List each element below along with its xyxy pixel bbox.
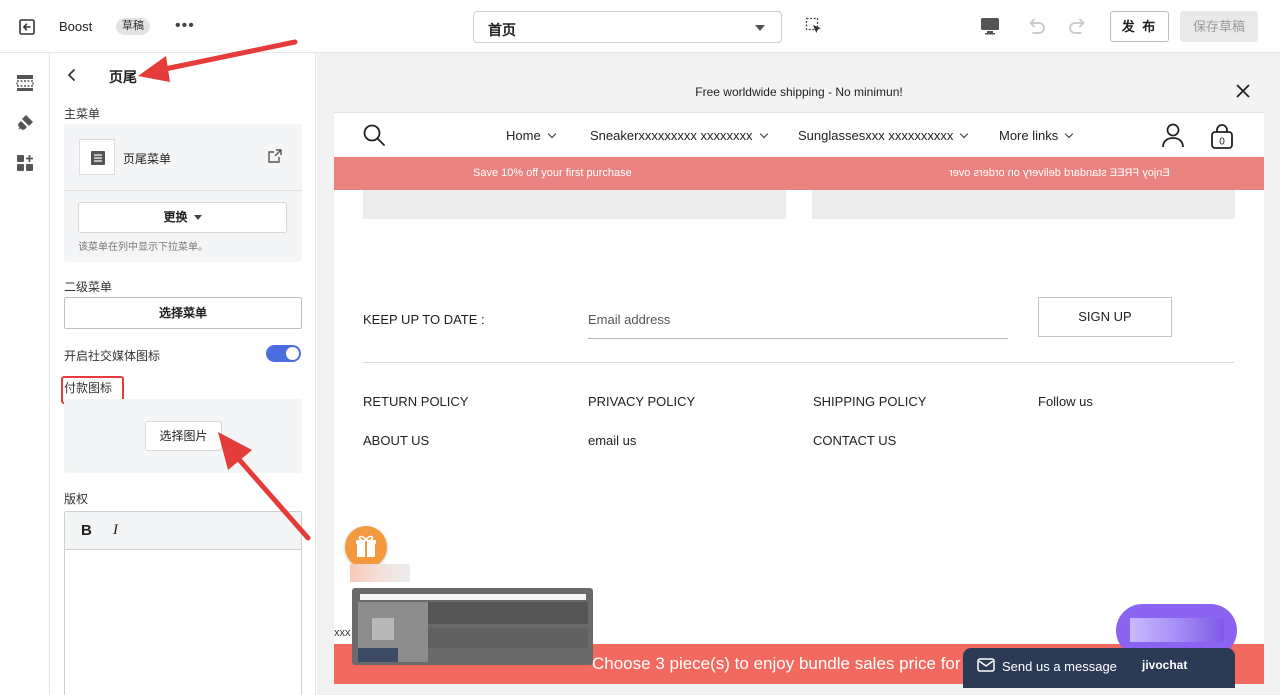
message-icon [977, 658, 995, 672]
footer-link-return-policy[interactable]: RETURN POLICY [363, 394, 468, 409]
redo-icon[interactable] [1067, 15, 1089, 37]
promo-left-text: Save 10% off your first purchase [473, 167, 632, 179]
footer-follow-us: Follow us [1038, 394, 1093, 409]
external-link-icon[interactable] [268, 149, 282, 163]
image-placeholder [812, 190, 1235, 219]
cart-icon[interactable]: 0 [1210, 123, 1234, 149]
footer-link-about-us[interactable]: ABOUT US [363, 433, 429, 448]
secondary-menu-label: 二级菜单 [64, 280, 113, 294]
chevron-down-icon [960, 129, 969, 139]
italic-button[interactable]: I [113, 522, 118, 539]
app-name: Boost [59, 19, 93, 34]
back-icon[interactable] [64, 67, 80, 83]
social-icons-label: 开启社交媒体图标 [64, 349, 161, 363]
nav-item-more-links[interactable]: More links [999, 128, 1074, 143]
select-image-button[interactable]: 选择图片 [145, 421, 222, 451]
chevron-down-icon [547, 129, 556, 139]
announcement-bar: Free worldwide shipping - No minimun! [334, 69, 1264, 113]
menu-list-icon [79, 139, 115, 175]
menu-name: 页尾菜单 [123, 152, 172, 166]
settings-panel: 页尾 主菜单 页尾菜单 更换 该菜单在列中显示下拉菜单。 二级菜单 选择菜单 开… [50, 53, 316, 695]
nav-label: More links [999, 128, 1059, 143]
footer-link-email-us[interactable]: email us [588, 433, 636, 448]
left-rail [0, 53, 50, 695]
publish-button[interactable]: 发 布 [1110, 11, 1169, 42]
payment-icons-label: 付款图标 [64, 381, 113, 395]
apps-icon[interactable] [15, 153, 35, 173]
editor-toolbar: B I [65, 512, 301, 550]
footer-link-shipping-policy[interactable]: SHIPPING POLICY [813, 394, 926, 409]
more-options-icon[interactable]: ••• [175, 17, 195, 35]
change-menu-button[interactable]: 更换 [78, 202, 287, 233]
footer-link-contact-us[interactable]: CONTACT US [813, 433, 896, 448]
bold-button[interactable]: B [81, 522, 92, 539]
search-icon[interactable] [362, 123, 386, 147]
nav-item-home[interactable]: Home [506, 128, 556, 143]
panel-title: 页尾 [109, 69, 137, 85]
chat-bar[interactable]: Send us a message jivochat [963, 648, 1235, 688]
gift-icon[interactable] [345, 526, 387, 568]
undo-icon[interactable] [1025, 15, 1047, 37]
chat-brand: jivochat [1142, 658, 1188, 672]
cart-count: 0 [1219, 137, 1225, 148]
sign-up-button[interactable]: SIGN UP [1038, 297, 1172, 337]
main-menu-box: 页尾菜单 更换 该菜单在列中显示下拉菜单。 [64, 124, 302, 262]
caret-down-icon [193, 215, 202, 221]
chevron-down-icon [755, 25, 765, 31]
select-menu-button[interactable]: 选择菜单 [64, 297, 302, 329]
change-menu-label: 更换 [163, 210, 188, 224]
page-selector-value: 首页 [488, 22, 516, 38]
user-icon[interactable] [1161, 122, 1185, 148]
image-placeholder [363, 190, 786, 219]
promo-bar: Save 10% off your first purchase Enjoy F… [334, 157, 1264, 190]
copyright-label: 版权 [64, 492, 89, 506]
social-icons-toggle[interactable] [266, 345, 301, 362]
main-menu-label: 主菜单 [64, 107, 101, 121]
chevron-down-icon [1065, 129, 1074, 139]
element-select-icon[interactable] [805, 17, 823, 35]
sections-icon[interactable] [15, 73, 35, 93]
store-nav: Home Sneakerxxxxxxxxx xxxxxxxx Sunglasse… [334, 113, 1264, 157]
nav-item-sunglasses[interactable]: Sunglassesxxx xxxxxxxxxx [798, 128, 969, 143]
desktop-view-icon[interactable] [979, 15, 1001, 37]
announcement-text: Free worldwide shipping - No minimun! [695, 85, 903, 99]
draft-badge: 草稿 [116, 18, 150, 35]
save-draft-button[interactable]: 保存草稿 [1180, 11, 1258, 42]
change-menu-hint: 该菜单在列中显示下拉菜单。 [78, 242, 208, 253]
placeholder-text: xxx [334, 627, 351, 639]
divider [64, 190, 302, 191]
footer-link-privacy-policy[interactable]: PRIVACY POLICY [588, 394, 695, 409]
nav-item-sneakers[interactable]: Sneakerxxxxxxxxx xxxxxxxx [590, 128, 768, 143]
nav-label: Sneakerxxxxxxxxx xxxxxxxx [590, 128, 753, 143]
blurred-popup [352, 588, 593, 665]
promo-right-text: Enjoy FREE standard delivery on orders o… [949, 167, 1170, 179]
nav-label: Sunglassesxxx xxxxxxxxxx [798, 128, 954, 143]
top-toolbar: Boost 草稿 ••• 首页 发 布 保存草稿 [0, 0, 1280, 53]
blurred-content [350, 564, 410, 582]
close-icon[interactable] [1236, 84, 1250, 98]
send-message-label: Send us a message [1002, 659, 1117, 674]
newsletter-label: KEEP UP TO DATE : [363, 312, 485, 327]
exit-icon[interactable] [17, 17, 37, 37]
copyright-editor[interactable]: B I [64, 511, 302, 695]
chevron-down-icon [759, 129, 768, 139]
email-field[interactable]: Email address [588, 307, 1008, 339]
nav-label: Home [506, 128, 541, 143]
footer-divider [363, 362, 1234, 363]
page-selector[interactable]: 首页 [473, 11, 782, 43]
theme-style-icon[interactable] [15, 113, 35, 133]
